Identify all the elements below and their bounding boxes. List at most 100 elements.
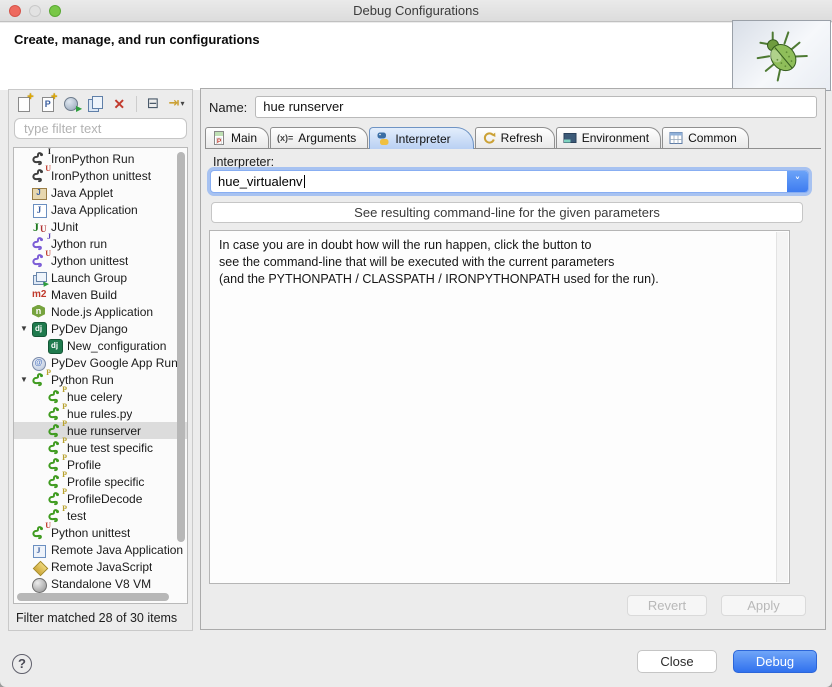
tab-arguments[interactable]: (x)=Arguments <box>270 127 368 148</box>
tab-common[interactable]: Common <box>662 127 749 148</box>
chevron-down-icon[interactable]: ˅ <box>787 171 808 192</box>
revert-button[interactable]: Revert <box>627 595 707 616</box>
interpreter-value[interactable]: hue_virtualenv <box>211 174 787 189</box>
tree-item[interactable]: PProfile specific <box>14 473 187 490</box>
tree-item[interactable]: ▶Launch Group <box>14 269 187 286</box>
delete-configuration-button[interactable]: ✕ <box>109 93 130 114</box>
interpreter-combobox[interactable]: hue_virtualenv ˅ <box>210 170 809 193</box>
filter-configurations-button[interactable]: ⇥ <box>166 93 187 114</box>
collapse-caret-icon[interactable]: ▼ <box>17 324 31 333</box>
tree-item[interactable]: Phue runserver <box>14 422 187 439</box>
tree-item-label: ProfileDecode <box>67 492 142 506</box>
tree-horizontal-scrollbar[interactable] <box>16 593 173 601</box>
tab-main[interactable]: P Main <box>205 127 269 148</box>
export-configurations-button[interactable] <box>61 93 82 114</box>
tree-item[interactable]: Node.js Application <box>14 303 187 320</box>
tree-item[interactable]: ▼PyDev Django <box>14 320 187 337</box>
tab-refresh[interactable]: Refresh <box>475 127 555 148</box>
tree-item[interactable]: Phue rules.py <box>14 405 187 422</box>
tree-item[interactable]: Ptest <box>14 507 187 524</box>
new-configuration-button[interactable] <box>14 93 35 114</box>
tree-item[interactable]: PProfileDecode <box>14 490 187 507</box>
pydev-django-icon <box>31 321 47 337</box>
python-run-icon: P <box>47 406 63 422</box>
tree-vertical-scrollbar[interactable] <box>177 150 185 589</box>
tree-item-label: Java Applet <box>51 186 113 200</box>
tree-item-label: Maven Build <box>51 288 117 302</box>
window-controls <box>9 5 61 17</box>
info-box: In case you are in doubt how will the ru… <box>209 230 790 584</box>
filter-status: Filter matched 28 of 30 items <box>16 611 177 625</box>
tree-item-label: Profile <box>67 458 101 472</box>
filter-input[interactable]: type filter text <box>14 118 187 139</box>
see-command-line-button[interactable]: See resulting command-line for the given… <box>211 202 803 223</box>
tree-item-label: Standalone V8 VM <box>51 577 151 591</box>
tree-item-label: hue runserver <box>67 424 141 438</box>
close-button[interactable]: Close <box>637 650 717 673</box>
name-input[interactable]: hue runserver <box>255 96 817 118</box>
tree-item[interactable]: PyDev Google App Run <box>14 354 187 371</box>
tree-item-label: Jython unittest <box>51 254 128 268</box>
tree-item[interactable]: Java Application <box>14 201 187 218</box>
tab-interpreter[interactable]: Interpreter <box>369 127 473 149</box>
tree-item[interactable]: PProfile <box>14 456 187 473</box>
tab-label: Arguments <box>298 131 356 145</box>
help-button[interactable]: ? <box>12 654 32 674</box>
tree-item[interactable]: ▼PPython Run <box>14 371 187 388</box>
banner-image <box>732 20 831 91</box>
collapse-caret-icon[interactable]: ▼ <box>17 375 31 384</box>
tab-environment[interactable]: Environment <box>556 127 661 148</box>
tree-item[interactable]: Remote Java Application <box>14 541 187 558</box>
close-window-icon[interactable] <box>9 5 21 17</box>
tree-item[interactable]: Standalone V8 VM <box>14 575 187 592</box>
apply-button[interactable]: Apply <box>721 595 806 616</box>
tree-item[interactable]: Maven Build <box>14 286 187 303</box>
scrollbar-thumb[interactable] <box>177 152 185 542</box>
info-line: (and the PYTHONPATH / CLASSPATH / IRONPY… <box>219 271 780 288</box>
tree-item[interactable]: Java Applet <box>14 184 187 201</box>
maven-build-icon <box>31 287 47 303</box>
tree-item-label: Python Run <box>51 373 114 387</box>
tree-item[interactable]: New_configuration <box>14 337 187 354</box>
tree-item[interactable]: U Python unittest <box>14 524 187 541</box>
tab-label: Main <box>231 131 257 145</box>
sidebar-toolbar: ✕ ⊟⇥ <box>9 90 192 117</box>
new-prototype-button[interactable] <box>38 93 59 114</box>
minimize-window-icon[interactable] <box>29 5 41 17</box>
debug-configurations-dialog: Debug Configurations Create, manage, and… <box>0 0 832 687</box>
tree-item[interactable]: Remote JavaScript <box>14 558 187 575</box>
zoom-window-icon[interactable] <box>49 5 61 17</box>
tree-item[interactable]: JJython run <box>14 235 187 252</box>
tree-item-label: IronPython Run <box>51 152 134 166</box>
tree-item[interactable]: IIronPython Run <box>14 150 187 167</box>
info-scrollbar[interactable] <box>776 232 788 582</box>
tree-item[interactable]: U Jython unittest <box>14 252 187 269</box>
refresh-icon <box>482 131 496 145</box>
main-tab-icon: P <box>212 131 226 145</box>
duplicate-configuration-button[interactable] <box>85 93 106 114</box>
junit-icon <box>31 219 47 235</box>
python-unittest-icon: U <box>31 525 47 541</box>
tree-item[interactable]: JUnit <box>14 218 187 235</box>
tree-item-label: Remote Java Application <box>51 543 183 557</box>
pydev-google-app-run-icon <box>31 355 47 371</box>
collapse-all-button[interactable]: ⊟ <box>143 93 164 114</box>
interpreter-label: Interpreter: <box>213 155 274 169</box>
configurations-tree: IIronPython RunUIronPython unittest Java … <box>13 147 188 604</box>
tree-item[interactable]: Phue test specific <box>14 439 187 456</box>
dialog-header: Create, manage, and run configurations <box>0 23 832 90</box>
titlebar: Debug Configurations <box>0 0 832 22</box>
django-config-icon <box>47 338 63 354</box>
text-cursor <box>304 175 305 188</box>
jython-unittest-icon: U <box>31 253 47 269</box>
window-title: Debug Configurations <box>0 0 832 21</box>
scrollbar-thumb[interactable] <box>17 593 169 601</box>
debug-button[interactable]: Debug <box>733 650 817 673</box>
tree-item[interactable]: UIronPython unittest <box>14 167 187 184</box>
configuration-editor: Name: hue runserver PMain(x)=ArgumentsIn… <box>200 88 826 630</box>
tree-item[interactable]: Phue celery <box>14 388 187 405</box>
tree-item-label: hue test specific <box>67 441 153 455</box>
bug-icon <box>745 19 818 92</box>
tree-item-label: Python unittest <box>51 526 130 540</box>
python-run-icon: P <box>47 440 63 456</box>
